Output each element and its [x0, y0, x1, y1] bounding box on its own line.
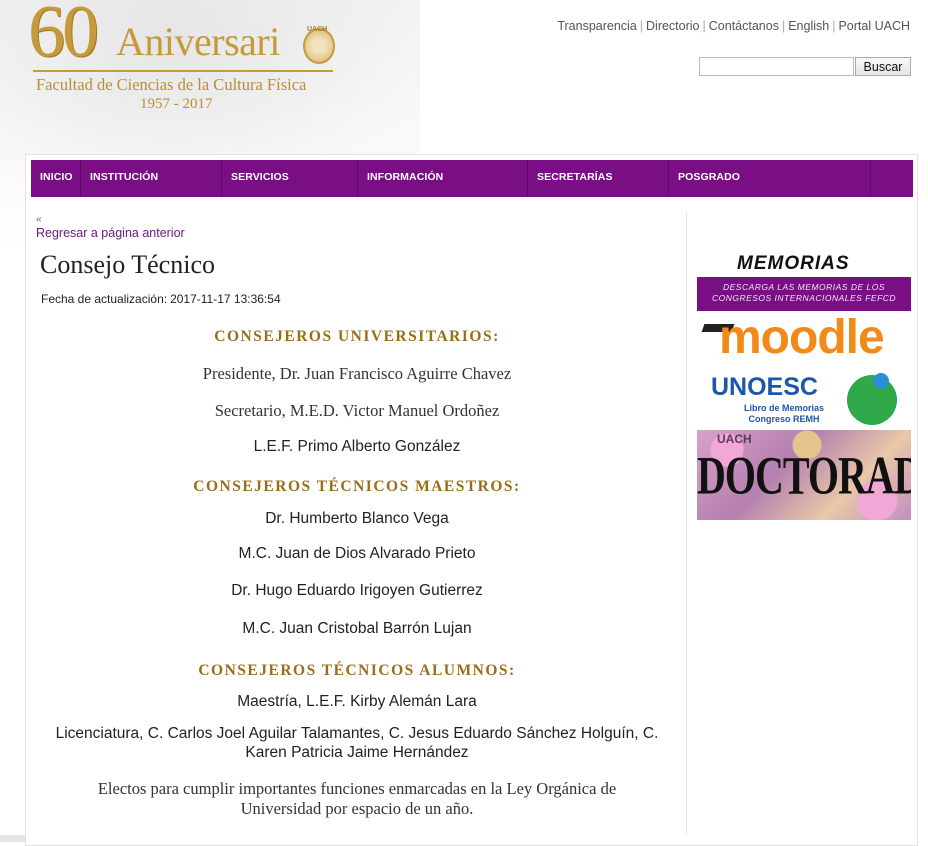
runner-icon: [847, 375, 897, 425]
separator: |: [702, 19, 706, 33]
banner-memorias[interactable]: MEMORIAS DESCARGA LAS MEMORIAS DE LOS CO…: [697, 249, 911, 311]
member-item: Dr. Hugo Eduardo Irigoyen Gutierrez: [231, 582, 483, 599]
member-item: Dr. Humberto Blanco Vega: [265, 510, 449, 527]
main-nav: INICIO INSTITUCIÓN SERVICIOS INFORMACIÓN…: [31, 160, 913, 197]
heading-maestros: CONSEJEROS TÉCNICOS MAESTROS:: [193, 478, 521, 495]
moodle-logo: moodle: [719, 316, 885, 364]
member-item: L.E.F. Primo Alberto González: [253, 438, 461, 455]
member-item: Maestría, L.E.F. Kirby Alemán Lara: [237, 693, 477, 710]
search-button[interactable]: Buscar: [855, 57, 911, 76]
nav-secretarias[interactable]: SECRETARÍAS: [528, 160, 669, 197]
footer-note-line1: Electos para cumplir importantes funcion…: [97, 779, 617, 798]
member-item: M.C. Juan de Dios Alvarado Prieto: [238, 545, 476, 562]
logo-faculty: Facultad de Ciencias de la Cultura Físic…: [36, 75, 307, 94]
memorias-strip: DESCARGA LAS MEMORIAS DE LOS CONGRESOS I…: [697, 277, 911, 311]
back-arrow-icon: «: [36, 214, 42, 225]
separator: |: [781, 19, 786, 33]
logo-divider: [33, 70, 333, 72]
member-item: M.C. Juan Cristobal Barrón Lujan: [242, 620, 472, 637]
member-item: Secretario, M.E.D. Victor Manuel Ordoñez: [214, 401, 500, 420]
site-logo[interactable]: 60 Aniversari UACH Facultad de Ciencias …: [28, 0, 348, 125]
unoesc-line1: Libro de Memorias: [743, 403, 824, 413]
banner-moodle[interactable]: moodle: [697, 316, 911, 368]
back-link[interactable]: Regresar a página anterior: [36, 226, 185, 240]
separator: |: [639, 19, 644, 33]
search-input[interactable]: [699, 57, 854, 76]
link-contactanos[interactable]: Contáctanos: [709, 19, 779, 33]
unoesc-line2: Congreso REMH: [748, 414, 820, 424]
member-item: Licenciatura, C. Carlos Joel Aguilar Tal…: [55, 725, 659, 742]
page-title: Consejo Técnico: [40, 250, 215, 279]
nav-informacion[interactable]: INFORMACIÓN: [358, 160, 528, 197]
logo-sixty: 60: [28, 0, 99, 73]
link-transparencia[interactable]: Transparencia: [557, 19, 636, 33]
link-portal-uach[interactable]: Portal UACH: [838, 19, 910, 33]
memorias-line1: DESCARGA LAS MEMORIAS DE LOS: [723, 282, 885, 292]
update-date: Fecha de actualización: 2017-11-17 13:36:…: [41, 292, 281, 306]
link-directorio[interactable]: Directorio: [646, 19, 700, 33]
logo-seal-text: UACH: [307, 26, 328, 33]
doctorado-word: DOCTORADO: [697, 445, 911, 506]
nav-posgrado[interactable]: POSGRADO: [669, 160, 871, 197]
nav-institucion[interactable]: INSTITUCIÓN: [81, 160, 222, 197]
logo-aniversario: Aniversari: [116, 19, 280, 64]
sidebar-divider: [686, 212, 687, 834]
banner-unoesc[interactable]: UNOESC Libro de Memorias Congreso REMH: [697, 371, 911, 429]
seal-icon: [303, 28, 335, 64]
top-links: Transparencia | Directorio | Contáctanos | Eng…: [557, 19, 910, 33]
unoesc-name: UNOESC: [711, 373, 818, 401]
nav-servicios[interactable]: SERVICIOS: [222, 160, 358, 197]
unoesc-subtitle: Libro de Memorias Congreso REMH: [729, 403, 839, 425]
memorias-title: MEMORIAS: [737, 253, 850, 274]
link-english[interactable]: English: [788, 19, 829, 33]
banner-doctorado[interactable]: UACH DOCTORADO: [697, 430, 911, 520]
logo-years: 1957 - 2017: [140, 96, 213, 112]
runner-head-icon: [873, 373, 889, 389]
memorias-line2: CONGRESOS INTERNACIONALES FEFCD: [711, 293, 897, 303]
update-label: Fecha de actualización:: [41, 292, 168, 306]
member-item: Presidente, Dr. Juan Francisco Aguirre C…: [202, 364, 512, 383]
nav-inicio[interactable]: INICIO: [31, 160, 81, 197]
heading-universitarios: CONSEJEROS UNIVERSITARIOS:: [214, 328, 500, 345]
update-value: 2017-11-17 13:36:54: [170, 292, 281, 306]
footer-note-line2: Universidad por espacio de un año.: [240, 799, 474, 818]
heading-alumnos: CONSEJEROS TÉCNICOS ALUMNOS:: [198, 662, 516, 679]
member-item: Karen Patricia Jaime Hernández: [245, 744, 469, 761]
